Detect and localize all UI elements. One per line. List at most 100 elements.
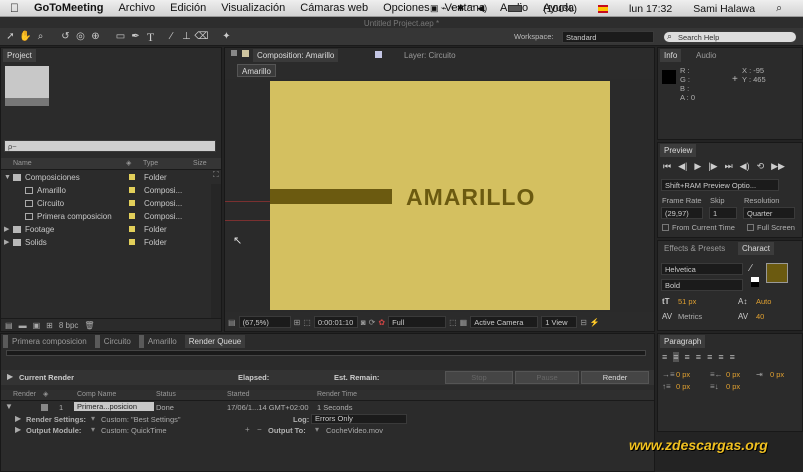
justify-right-icon[interactable]: ≡ <box>718 352 723 362</box>
output-to-value[interactable]: CocheVideo.mov <box>326 426 383 435</box>
indent-left-value[interactable]: 0 px <box>676 370 690 379</box>
new-comp-icon[interactable]: ▣ <box>33 321 41 330</box>
fast-preview-icon[interactable]: ⚡ <box>590 318 600 327</box>
channel-icon[interactable]: ✿ <box>378 318 385 327</box>
column-render-time[interactable]: Render Time <box>317 391 357 398</box>
mask-visibility-icon[interactable]: ⬚ <box>303 318 311 327</box>
justify-all-icon[interactable]: ≡ <box>730 352 735 362</box>
type-tool-icon[interactable]: T <box>143 30 158 44</box>
next-frame-icon[interactable]: |▶ <box>708 161 717 172</box>
flowchart-icon[interactable]: ⛶ <box>213 170 219 180</box>
justify-left-icon[interactable]: ≡ <box>696 352 701 362</box>
tab-info[interactable]: Info <box>660 49 682 62</box>
close-icon[interactable] <box>231 50 237 56</box>
render-item-row[interactable]: ▼ 1 Primera...posicion Done 17/06/1...14… <box>1 402 654 413</box>
ram-preview-icon[interactable]: ▶▶ <box>771 161 785 172</box>
status-icons[interactable]: ▣ ⌁ ◔ ✱ ◠ ◀) <box>430 3 487 14</box>
mute-audio-icon[interactable]: ◀) <box>740 161 750 172</box>
tab-amarillo[interactable]: Amarillo <box>138 335 181 348</box>
show-snapshot-icon[interactable]: ⟳ <box>369 318 376 327</box>
pan-behind-tool-icon[interactable]: ⊕ <box>88 30 103 44</box>
camera-select[interactable]: Active Camera <box>470 316 539 328</box>
project-item[interactable]: ▶ Footage Folder <box>1 223 209 236</box>
expand-icon[interactable]: ▶ <box>4 236 9 249</box>
menu-opciones[interactable]: Opciones <box>383 2 429 14</box>
play-icon[interactable]: ▶ <box>694 161 701 172</box>
menu-edicion[interactable]: Edición <box>170 2 206 14</box>
apple-icon[interactable]:  <box>10 1 19 15</box>
label-color-swatch[interactable] <box>129 239 135 245</box>
color-depth-icon[interactable]: ⊞ <box>46 321 53 330</box>
camera-tool-icon[interactable]: ◎ <box>73 30 88 44</box>
menu-visualizacion[interactable]: Visualización <box>221 2 285 14</box>
tab-render-queue[interactable]: Render Queue <box>184 335 246 348</box>
zoom-tool-icon[interactable]: ⌕ <box>33 30 48 44</box>
justify-center-icon[interactable]: ≡ <box>707 352 712 362</box>
tab-composition[interactable]: Composition: Amarillo <box>253 49 339 62</box>
last-frame-icon[interactable]: ⏭ <box>725 161 733 172</box>
tab-audio[interactable]: Audio <box>692 49 720 62</box>
skip-field[interactable]: 1 <box>709 207 737 219</box>
align-left-icon[interactable]: ≡ <box>662 352 667 362</box>
space-before-value[interactable]: 0 px <box>676 382 690 391</box>
snapshot-icon[interactable]: ◙ <box>361 318 366 327</box>
always-preview-icon[interactable]: ▤ <box>228 318 236 327</box>
column-render[interactable]: Render <box>13 391 36 398</box>
tab-primera-composicion[interactable]: Primera composicion <box>3 335 91 348</box>
label-color-swatch[interactable] <box>129 187 135 193</box>
tab-effects-presets[interactable]: Effects & Presets <box>660 242 729 255</box>
expand-icon[interactable]: ▶ <box>7 372 13 381</box>
rotate-tool-icon[interactable]: ↺ <box>58 30 73 44</box>
column-status[interactable]: Status <box>156 391 176 398</box>
expand-icon[interactable]: ▶ <box>15 425 21 434</box>
expand-icon[interactable]: ▼ <box>4 171 11 184</box>
battery-icon[interactable] <box>508 5 523 12</box>
font-family-select[interactable]: Helvetica <box>661 263 743 275</box>
view-layout-select[interactable]: 1 View <box>541 316 578 328</box>
render-settings-value[interactable]: Custom: "Best Settings" <box>101 415 181 424</box>
remove-output-icon[interactable]: − <box>257 425 262 434</box>
output-module-value[interactable]: Custom: QuickTime <box>101 426 167 435</box>
safe-zones-icon[interactable]: ⊞ <box>294 318 301 327</box>
leading-value[interactable]: Auto <box>756 297 771 306</box>
new-folder-icon[interactable]: ▬ <box>19 321 27 330</box>
from-current-checkbox[interactable] <box>662 224 669 231</box>
transparency-grid-icon[interactable]: ▦ <box>460 318 468 327</box>
first-frame-icon[interactable]: ⏮ <box>663 161 671 172</box>
trash-icon[interactable]: 🗑 <box>84 321 94 330</box>
kerning-value[interactable]: Metrics <box>678 312 702 321</box>
stop-button[interactable]: Stop <box>445 371 513 384</box>
render-button[interactable]: Render <box>581 371 649 384</box>
column-size[interactable]: Size <box>193 160 207 167</box>
pause-button[interactable]: Pause <box>515 371 579 384</box>
bpc-label[interactable]: 8 bpc <box>59 321 79 330</box>
timecode-field[interactable]: 0:00:01:10 <box>313 316 358 328</box>
region-of-interest-icon[interactable]: ⬚ <box>449 318 457 327</box>
resolution-select[interactable]: Full <box>388 316 447 328</box>
toggle-pixel-aspect-icon[interactable]: ⊟ <box>580 318 587 327</box>
tab-circuito[interactable]: Circuito <box>94 335 135 348</box>
label-tag-icon[interactable]: ◈ <box>126 159 131 167</box>
tab-paragraph[interactable]: Paragraph <box>660 335 706 348</box>
project-scrollbar[interactable] <box>211 184 221 319</box>
expand-icon[interactable]: ▶ <box>15 414 21 423</box>
tab-layer[interactable]: Layer: Circuito <box>400 49 460 62</box>
column-started[interactable]: Started <box>227 391 250 398</box>
menu-archivo[interactable]: Archivo <box>118 2 155 14</box>
expand-icon[interactable]: ▼ <box>5 402 13 411</box>
tab-project[interactable]: Project <box>3 49 36 62</box>
project-item[interactable]: Circuito Composi... <box>1 197 209 210</box>
indent-right-value[interactable]: 0 px <box>726 370 740 379</box>
clone-tool-icon[interactable]: ⊥ <box>179 30 194 44</box>
column-name[interactable]: Name <box>13 160 32 167</box>
label-color-swatch[interactable] <box>129 226 135 232</box>
preview-resolution-select[interactable]: Quarter <box>743 207 795 219</box>
first-line-indent-value[interactable]: 0 px <box>770 370 784 379</box>
label-color-swatch[interactable] <box>129 200 135 206</box>
hand-tool-icon[interactable]: ✋ <box>18 30 33 44</box>
clock[interactable]: lun 17:32 <box>629 3 672 15</box>
menu-app[interactable]: GoToMeeting <box>34 2 103 14</box>
full-screen-checkbox[interactable] <box>747 224 754 231</box>
project-item[interactable]: Amarillo Composi... <box>1 184 209 197</box>
align-right-icon[interactable]: ≡ <box>685 352 690 362</box>
